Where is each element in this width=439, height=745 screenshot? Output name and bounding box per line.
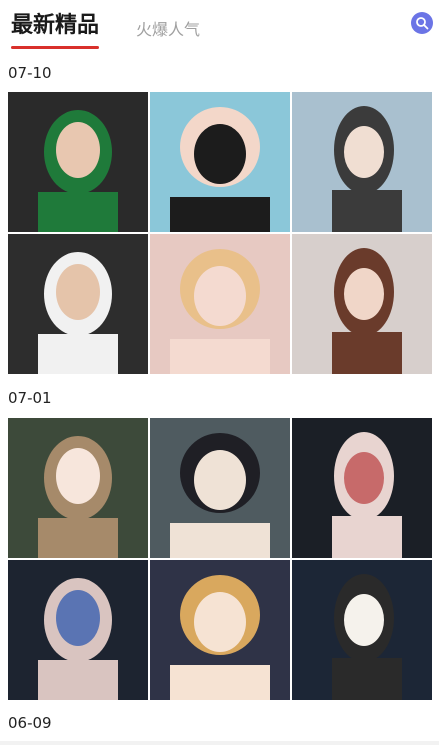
search-button[interactable] xyxy=(411,12,433,34)
thumbnail-image xyxy=(292,92,432,232)
photo-man-dancing[interactable] xyxy=(8,234,148,374)
thumbnail-image xyxy=(150,560,290,700)
tab-active-indicator xyxy=(11,46,99,49)
anime-girl-patted[interactable] xyxy=(292,560,432,700)
art-face-closeup[interactable] xyxy=(292,418,432,558)
photo-woman-green[interactable] xyxy=(8,92,148,232)
thumbnail-image xyxy=(292,234,432,374)
thumbnail-image xyxy=(8,234,148,374)
anime-girls-hug[interactable] xyxy=(150,560,290,700)
photo-girl-hands-face[interactable] xyxy=(150,92,290,232)
anime-boy-dark-hair[interactable] xyxy=(150,418,290,558)
thumbnail-image xyxy=(292,418,432,558)
tab-latest[interactable]: 最新精品 xyxy=(11,12,99,40)
photo-blonde-smile[interactable] xyxy=(150,234,290,374)
tab-popular[interactable]: 火爆人气 xyxy=(136,16,200,44)
section-date: 07-01 xyxy=(8,389,52,407)
image-grid xyxy=(8,418,432,700)
thumbnail-image xyxy=(8,560,148,700)
search-icon xyxy=(416,17,429,30)
anime-girl-brown-hair[interactable] xyxy=(8,418,148,558)
section-divider xyxy=(0,741,439,745)
photo-girl-curly-hair[interactable] xyxy=(292,234,432,374)
thumbnail-image xyxy=(8,92,148,232)
thumbnail-image xyxy=(8,418,148,558)
image-grid xyxy=(8,92,432,374)
thumbnail-image xyxy=(292,560,432,700)
thumbnail-image xyxy=(150,92,290,232)
section-date: 07-10 xyxy=(8,64,52,82)
art-eye-closeup[interactable] xyxy=(8,560,148,700)
thumbnail-image xyxy=(150,234,290,374)
section-date: 06-09 xyxy=(8,714,52,732)
top-bar: 最新精品 火爆人气 xyxy=(0,0,439,56)
thumbnail-image xyxy=(150,418,290,558)
photo-girl-beret[interactable] xyxy=(292,92,432,232)
